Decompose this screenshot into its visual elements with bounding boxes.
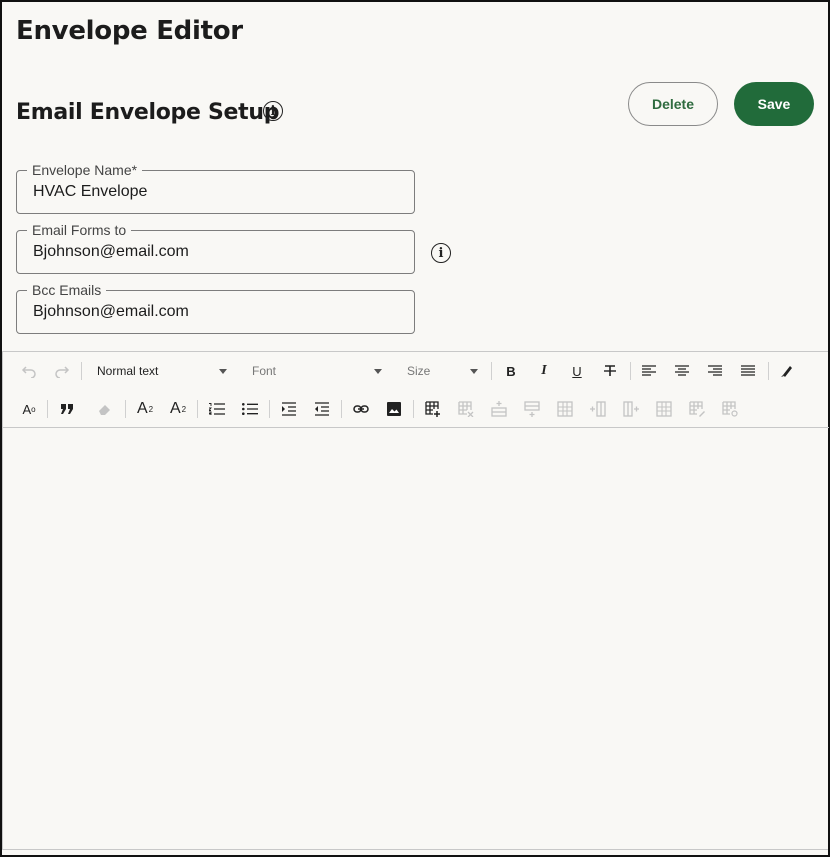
info-icon[interactable]: i: [263, 101, 283, 121]
outdent-icon[interactable]: [312, 397, 332, 421]
envelope-name-value[interactable]: HVAC Envelope: [33, 183, 147, 201]
bullet-list-icon[interactable]: [240, 397, 260, 421]
envelope-name-field[interactable]: Envelope Name* HVAC Envelope: [16, 162, 415, 214]
font-value: Font: [252, 364, 277, 378]
chevron-down-icon: [374, 369, 382, 374]
app-frame: Envelope Editor Email Envelope Setup i D…: [0, 0, 830, 857]
insert-column-right-icon[interactable]: [621, 397, 641, 421]
delete-column-icon[interactable]: [654, 397, 674, 421]
highlight-pen-icon[interactable]: [777, 359, 797, 383]
align-right-icon[interactable]: [705, 359, 725, 383]
paragraph-style-value: Normal text: [97, 364, 159, 378]
insert-row-above-icon[interactable]: [489, 397, 509, 421]
paragraph-style-select[interactable]: Normal text: [97, 359, 227, 383]
toolbar-divider: [125, 400, 126, 418]
toolbar-divider: [197, 400, 198, 418]
toolbar-row-1: Normal text Font Size B I U: [3, 353, 829, 389]
subscript-button[interactable]: A2: [168, 397, 188, 421]
section-title: Email Envelope Setup: [16, 100, 280, 125]
toolbar-divider: [630, 362, 631, 380]
table-properties-icon[interactable]: [720, 397, 740, 421]
blockquote-icon[interactable]: [57, 397, 77, 421]
superscript-button[interactable]: A2: [135, 397, 155, 421]
link-icon[interactable]: [351, 397, 371, 421]
toolbar-divider: [269, 400, 270, 418]
table-delete-icon[interactable]: [456, 397, 476, 421]
superscript-mark: 2: [148, 404, 154, 414]
italic-button[interactable]: I: [534, 359, 554, 383]
toolbar-divider: [768, 362, 769, 380]
insert-table-icon[interactable]: [423, 397, 443, 421]
page-title: Envelope Editor: [16, 16, 243, 46]
clear-format-eraser-icon[interactable]: [95, 397, 115, 421]
bcc-emails-field[interactable]: Bcc Emails Bjohnson@email.com: [16, 282, 415, 334]
redo-icon[interactable]: [52, 359, 72, 383]
align-center-icon[interactable]: [672, 359, 692, 383]
subscript-letter: A: [169, 400, 181, 417]
save-button[interactable]: Save: [734, 82, 814, 126]
bcc-emails-value[interactable]: Bjohnson@email.com: [33, 303, 189, 321]
bold-button[interactable]: B: [501, 359, 521, 383]
align-justify-icon[interactable]: [738, 359, 758, 383]
toolbar-divider: [81, 362, 82, 380]
strikethrough-icon[interactable]: [600, 359, 620, 383]
subscript-mark: 2: [181, 404, 187, 414]
toolbar-divider: [47, 400, 48, 418]
superscript-letter: A: [136, 400, 148, 417]
email-forms-to-field[interactable]: Email Forms to Bjohnson@email.com: [16, 222, 415, 274]
delete-button[interactable]: Delete: [628, 82, 718, 126]
toolbar-row-2: Ao A2 A2: [3, 391, 829, 427]
underline-button[interactable]: U: [567, 359, 587, 383]
delete-row-icon[interactable]: [555, 397, 575, 421]
font-select[interactable]: Font: [252, 359, 382, 383]
ordered-list-icon[interactable]: [207, 397, 227, 421]
insert-column-left-icon[interactable]: [588, 397, 608, 421]
toolbar-divider: [341, 400, 342, 418]
rich-text-editor: Normal text Font Size B I U A o A 2 A 2: [2, 351, 829, 850]
table-cell-properties-icon[interactable]: [687, 397, 707, 421]
envelope-name-label: Envelope Name*: [27, 162, 143, 178]
align-left-icon[interactable]: [639, 359, 659, 383]
indent-icon[interactable]: [279, 397, 299, 421]
font-color-button[interactable]: Ao: [19, 397, 39, 421]
font-color-letter: A: [22, 401, 32, 417]
insert-row-below-icon[interactable]: [522, 397, 542, 421]
undo-icon[interactable]: [19, 359, 39, 383]
toolbar-divider: [413, 400, 414, 418]
editor-content-area[interactable]: [3, 429, 829, 849]
bcc-emails-label: Bcc Emails: [27, 282, 107, 298]
size-select[interactable]: Size: [407, 359, 478, 383]
chevron-down-icon: [219, 369, 227, 374]
email-forms-to-value[interactable]: Bjohnson@email.com: [33, 243, 189, 261]
size-value: Size: [407, 364, 431, 378]
image-icon[interactable]: [384, 397, 404, 421]
email-forms-to-label: Email Forms to: [27, 222, 132, 238]
editor-toolbar: Normal text Font Size B I U A o A 2 A 2: [3, 352, 829, 428]
font-color-mark: o: [31, 404, 36, 414]
chevron-down-icon: [470, 369, 478, 374]
email-forms-info-icon[interactable]: i: [431, 243, 451, 263]
toolbar-divider: [491, 362, 492, 380]
